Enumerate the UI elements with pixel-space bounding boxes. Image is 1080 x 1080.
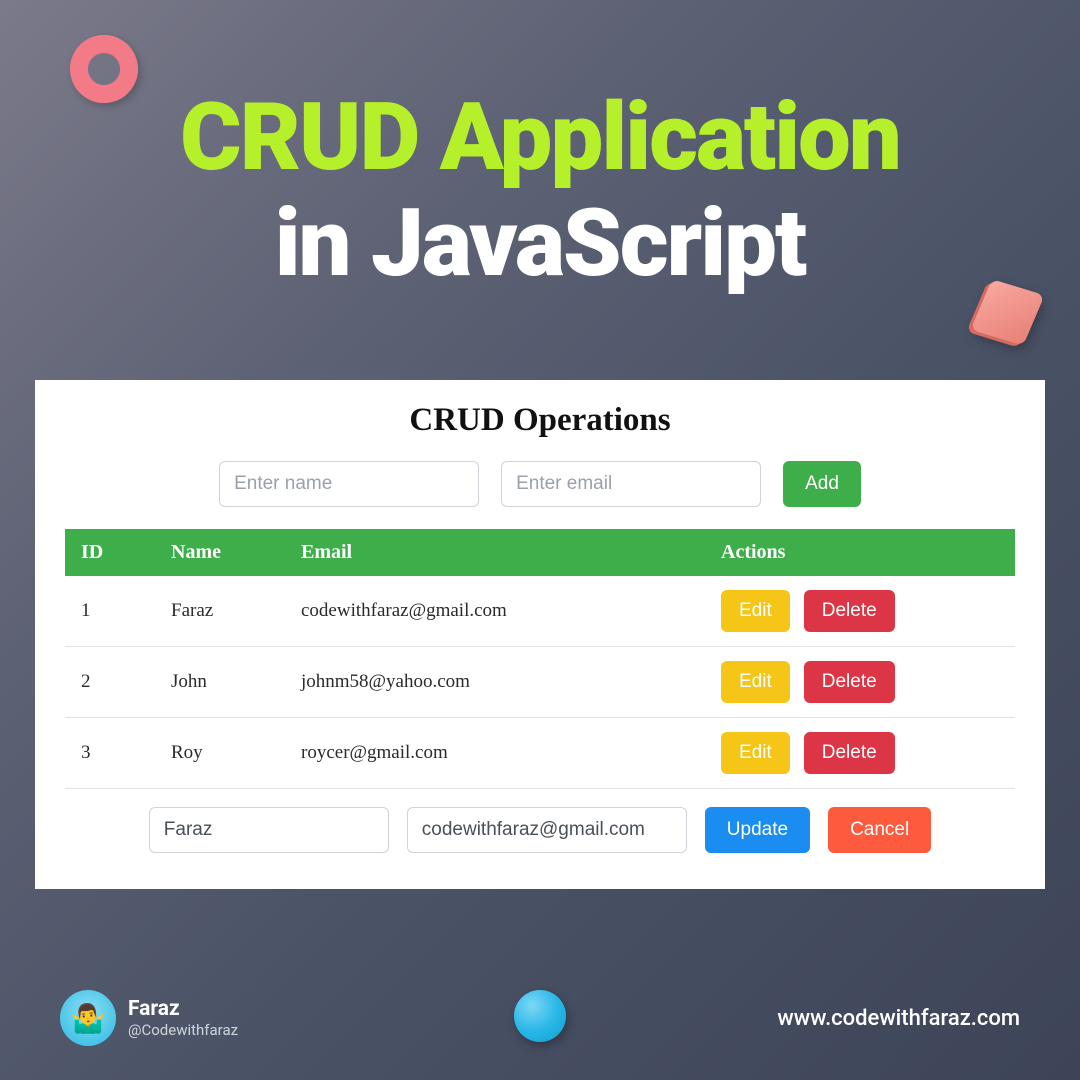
page-title: CRUD Application in JavaScript (0, 90, 1080, 293)
cancel-button[interactable]: Cancel (828, 807, 931, 853)
name-input[interactable] (219, 461, 479, 507)
cell-id: 3 (65, 718, 155, 789)
edit-email-input[interactable] (407, 807, 687, 853)
col-name: Name (155, 529, 285, 576)
data-table: ID Name Email Actions 1Farazcodewithfara… (65, 529, 1015, 789)
edit-button[interactable]: Edit (721, 661, 790, 703)
table-row: 2Johnjohnm58@yahoo.com Edit Delete (65, 647, 1015, 718)
edit-button[interactable]: Edit (721, 590, 790, 632)
update-button[interactable]: Update (705, 807, 810, 853)
cell-email: codewithfaraz@gmail.com (285, 576, 705, 647)
delete-button[interactable]: Delete (804, 661, 895, 703)
cell-id: 1 (65, 576, 155, 647)
table-row: 1Farazcodewithfaraz@gmail.com Edit Delete (65, 576, 1015, 647)
edit-form: Update Cancel (65, 807, 1015, 853)
title-line-2: in JavaScript (0, 194, 1080, 293)
add-form: Add (65, 461, 1015, 507)
cell-name: Roy (155, 718, 285, 789)
profile-block: 🤷‍♂️ Faraz @Codewithfaraz (60, 990, 238, 1046)
site-url: www.codewithfaraz.com (777, 1006, 1020, 1031)
cell-email: roycer@gmail.com (285, 718, 705, 789)
email-input[interactable] (501, 461, 761, 507)
edit-button[interactable]: Edit (721, 732, 790, 774)
delete-button[interactable]: Delete (804, 732, 895, 774)
cell-email: johnm58@yahoo.com (285, 647, 705, 718)
cell-name: John (155, 647, 285, 718)
card-heading: CRUD Operations (65, 402, 1015, 439)
cell-id: 2 (65, 647, 155, 718)
cell-name: Faraz (155, 576, 285, 647)
profile-name: Faraz (128, 997, 238, 1021)
avatar: 🤷‍♂️ (60, 990, 116, 1046)
profile-handle: @Codewithfaraz (128, 1021, 238, 1039)
footer: 🤷‍♂️ Faraz @Codewithfaraz www.codewithfa… (0, 990, 1080, 1046)
col-email: Email (285, 529, 705, 576)
col-actions: Actions (705, 529, 1015, 576)
title-line-1: CRUD Application (0, 90, 1080, 184)
app-card: CRUD Operations Add ID Name Email Action… (35, 380, 1045, 889)
table-row: 3Royroycer@gmail.com Edit Delete (65, 718, 1015, 789)
edit-name-input[interactable] (149, 807, 389, 853)
col-id: ID (65, 529, 155, 576)
add-button[interactable]: Add (783, 461, 861, 507)
delete-button[interactable]: Delete (804, 590, 895, 632)
